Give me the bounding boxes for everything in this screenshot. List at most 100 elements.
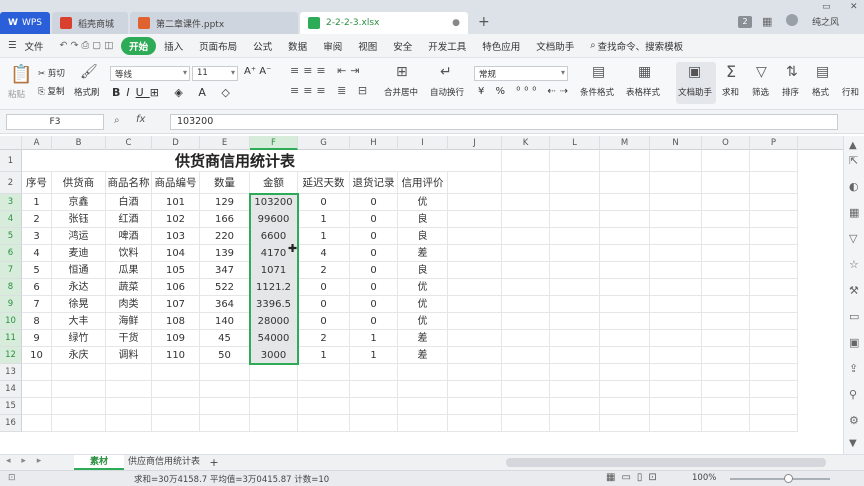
data-cell-returns[interactable]: 0: [350, 211, 398, 228]
data-cell-rating[interactable]: 优: [398, 296, 448, 313]
align-top-icons[interactable]: ≡≡≡ ⇤⇥: [290, 64, 364, 77]
data-cell-qty[interactable]: 129: [200, 194, 250, 211]
empty-cell[interactable]: [702, 172, 750, 194]
row-header-4[interactable]: 4: [0, 211, 22, 228]
format-button[interactable]: 格式: [812, 86, 829, 98]
data-cell-code[interactable]: 109: [152, 330, 200, 347]
empty-cell[interactable]: [750, 228, 798, 245]
data-cell-rating[interactable]: 差: [398, 347, 448, 364]
menu-review[interactable]: 审阅: [315, 39, 350, 53]
empty-cell[interactable]: [750, 364, 798, 381]
empty-cell[interactable]: [702, 381, 750, 398]
empty-cell[interactable]: [448, 279, 502, 296]
empty-cell[interactable]: [650, 279, 702, 296]
row-header-15[interactable]: 15: [0, 398, 22, 415]
empty-cell[interactable]: [702, 415, 750, 432]
empty-cell[interactable]: [550, 398, 600, 415]
empty-cell[interactable]: [600, 347, 650, 364]
sheet-tab-material[interactable]: 素材: [74, 455, 124, 470]
data-cell-returns[interactable]: 0: [350, 313, 398, 330]
empty-cell[interactable]: [702, 279, 750, 296]
empty-cell[interactable]: [350, 364, 398, 381]
empty-cell[interactable]: [750, 172, 798, 194]
close-window-icon[interactable]: ✕: [850, 2, 858, 12]
empty-cell[interactable]: [650, 347, 702, 364]
star-icon[interactable]: ☆: [849, 258, 859, 271]
data-cell-qty[interactable]: 45: [200, 330, 250, 347]
empty-cell[interactable]: [106, 364, 152, 381]
select-icon[interactable]: ⇱: [849, 154, 858, 167]
empty-cell[interactable]: [298, 381, 350, 398]
data-cell-supplier[interactable]: 恒通: [52, 262, 106, 279]
empty-cell[interactable]: [600, 364, 650, 381]
empty-cell[interactable]: [702, 296, 750, 313]
empty-cell[interactable]: [52, 398, 106, 415]
copy-button[interactable]: ⎘ 复制: [38, 85, 65, 97]
empty-cell[interactable]: [550, 194, 600, 211]
empty-cell[interactable]: [448, 194, 502, 211]
sheet-tab-supplier[interactable]: 供应商信用统计表: [124, 455, 204, 470]
empty-cell[interactable]: [502, 381, 550, 398]
sort-button[interactable]: 排序: [782, 86, 799, 98]
zoom-lens-icon[interactable]: ⌕: [114, 115, 120, 126]
data-cell-amount[interactable]: 103200: [250, 194, 298, 211]
empty-cell[interactable]: [502, 296, 550, 313]
sheet-title[interactable]: 供货商信用统计表: [22, 150, 448, 172]
data-cell-supplier[interactable]: 京鑫: [52, 194, 106, 211]
header-cell-product[interactable]: 商品名称: [106, 172, 152, 194]
empty-cell[interactable]: [702, 228, 750, 245]
header-cell-code[interactable]: 商品编号: [152, 172, 200, 194]
tool-icon[interactable]: ⚒: [849, 284, 859, 297]
data-cell-product[interactable]: 白酒: [106, 194, 152, 211]
empty-cell[interactable]: [448, 262, 502, 279]
empty-cell[interactable]: [550, 172, 600, 194]
data-cell-amount[interactable]: 54000: [250, 330, 298, 347]
empty-cell[interactable]: [650, 228, 702, 245]
data-cell-rating[interactable]: 优: [398, 279, 448, 296]
empty-cell[interactable]: [650, 330, 702, 347]
sheet-nav-icons[interactable]: ◂ ▸ ▸: [6, 456, 45, 466]
data-cell-rating[interactable]: 良: [398, 262, 448, 279]
empty-cell[interactable]: [502, 313, 550, 330]
empty-cell[interactable]: [650, 262, 702, 279]
data-cell-delay[interactable]: 0: [298, 313, 350, 330]
empty-cell[interactable]: [22, 398, 52, 415]
row-col-button[interactable]: 行和: [842, 86, 859, 98]
empty-cell[interactable]: [550, 228, 600, 245]
empty-cell[interactable]: [52, 381, 106, 398]
empty-cell[interactable]: [650, 313, 702, 330]
search-icon[interactable]: ⌕: [582, 40, 597, 51]
empty-cell[interactable]: [448, 364, 502, 381]
zoom-slider-handle[interactable]: [784, 474, 793, 483]
data-cell-returns[interactable]: 0: [350, 262, 398, 279]
empty-cell[interactable]: [550, 279, 600, 296]
format-painter-button[interactable]: 格式刷: [74, 86, 100, 98]
row-header-11[interactable]: 11: [0, 330, 22, 347]
empty-cell[interactable]: [702, 364, 750, 381]
empty-cell[interactable]: [702, 398, 750, 415]
filter-icon[interactable]: ▽: [756, 64, 767, 80]
data-cell-supplier[interactable]: 鸿运: [52, 228, 106, 245]
column-header-d[interactable]: D: [152, 136, 200, 150]
empty-cell[interactable]: [448, 347, 502, 364]
empty-cell[interactable]: [750, 347, 798, 364]
empty-cell[interactable]: [650, 172, 702, 194]
column-header-m[interactable]: M: [600, 136, 650, 150]
wrap-text-icon[interactable]: ↵: [440, 64, 452, 80]
empty-cell[interactable]: [750, 313, 798, 330]
hamburger-icon[interactable]: ☰: [0, 40, 25, 51]
data-cell-rating[interactable]: 差: [398, 330, 448, 347]
wrap-text-button[interactable]: 自动换行: [430, 86, 464, 98]
data-cell-returns[interactable]: 0: [350, 296, 398, 313]
zoom-level[interactable]: 100%: [692, 473, 716, 483]
data-cell-delay[interactable]: 2: [298, 262, 350, 279]
empty-cell[interactable]: [702, 262, 750, 279]
empty-cell[interactable]: [152, 398, 200, 415]
data-cell-product[interactable]: 啤酒: [106, 228, 152, 245]
row-header-13[interactable]: 13: [0, 364, 22, 381]
add-sheet-button[interactable]: +: [206, 455, 222, 470]
frame-icon[interactable]: ▭: [849, 310, 859, 323]
empty-cell[interactable]: [600, 279, 650, 296]
empty-cell[interactable]: [502, 172, 550, 194]
data-cell-amount[interactable]: 28000: [250, 313, 298, 330]
